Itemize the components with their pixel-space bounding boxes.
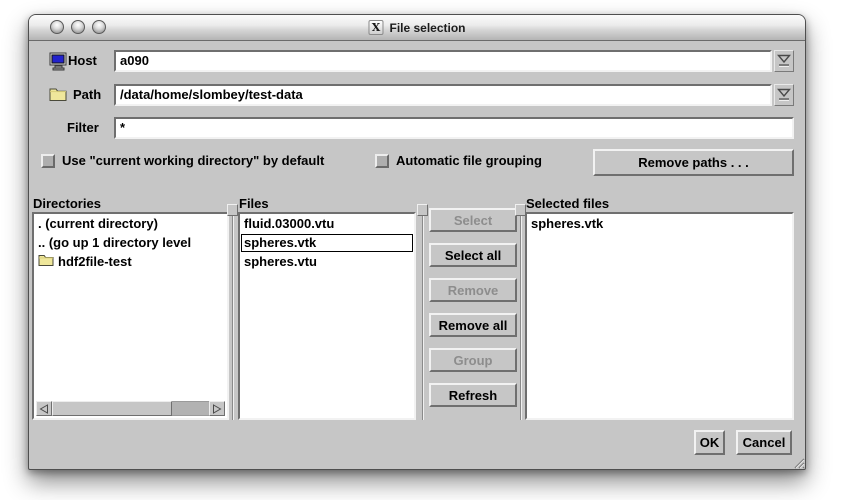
selected-files-list[interactable]: spheres.vtk xyxy=(525,212,794,420)
combo-bar xyxy=(779,98,789,101)
directories-pane-label: Directories xyxy=(33,196,101,211)
remove-paths-button[interactable]: Remove paths . . . xyxy=(593,149,794,176)
selected-files-pane-label: Selected files xyxy=(526,196,609,211)
filter-label: Filter xyxy=(67,117,99,139)
file-entry-label: fluid.03000.vtu xyxy=(244,216,334,232)
cancel-button[interactable]: Cancel xyxy=(736,430,792,455)
window-title-group: X File selection xyxy=(368,15,465,40)
auto-grouping-label: Automatic file grouping xyxy=(396,152,542,170)
splitter-groove xyxy=(232,206,234,420)
list-item[interactable]: .. (go up 1 directory level xyxy=(35,234,226,252)
host-dropdown-button[interactable] xyxy=(774,50,794,72)
host-input[interactable]: a090 xyxy=(114,50,772,72)
title-bar[interactable]: X File selection xyxy=(29,15,805,41)
use-cwd-label: Use "current working directory" by defau… xyxy=(62,152,324,170)
ok-button[interactable]: OK xyxy=(694,430,725,455)
splitter-groove xyxy=(520,206,522,420)
chevron-down-icon xyxy=(777,88,791,97)
directory-entry-label: . (current directory) xyxy=(38,216,158,232)
list-item[interactable]: spheres.vtu xyxy=(241,253,413,271)
arrow-right-icon xyxy=(212,404,222,414)
select-all-button[interactable]: Select all xyxy=(429,243,517,267)
close-button[interactable] xyxy=(50,20,64,34)
scroll-right-button[interactable] xyxy=(209,401,225,416)
remove-all-button[interactable]: Remove all xyxy=(429,313,517,337)
scroll-left-button[interactable] xyxy=(36,401,52,416)
host-label: Host xyxy=(68,50,97,72)
scrollbar-track[interactable] xyxy=(172,401,209,416)
use-cwd-checkbox[interactable] xyxy=(41,154,55,168)
splitter-groove xyxy=(422,206,424,420)
list-item[interactable]: . (current directory) xyxy=(35,215,226,233)
zoom-button[interactable] xyxy=(92,20,106,34)
chevron-down-icon xyxy=(777,54,791,63)
list-item[interactable]: spheres.vtk xyxy=(528,215,791,233)
computer-icon xyxy=(49,52,68,76)
list-item[interactable]: hdf2file-test xyxy=(35,253,226,271)
filter-input[interactable]: * xyxy=(114,117,794,139)
select-button[interactable]: Select xyxy=(429,208,517,232)
x11-app-icon: X xyxy=(368,20,383,35)
file-entry-label: spheres.vtk xyxy=(244,235,316,251)
folder-icon xyxy=(38,254,54,270)
auto-grouping-checkbox[interactable] xyxy=(375,154,389,168)
selected-file-entry-label: spheres.vtk xyxy=(531,216,603,232)
splitter-handle[interactable] xyxy=(227,204,238,216)
minimize-button[interactable] xyxy=(71,20,85,34)
combo-bar xyxy=(779,64,789,67)
path-label: Path xyxy=(73,84,101,106)
path-input[interactable]: /data/home/slombey/test-data xyxy=(114,84,772,106)
list-item-selected[interactable]: spheres.vtk xyxy=(241,234,413,252)
arrow-left-icon xyxy=(39,404,49,414)
window-title: File selection xyxy=(389,21,465,35)
folder-icon xyxy=(49,87,67,106)
file-entry-label: spheres.vtu xyxy=(244,254,317,270)
directory-entry-label: hdf2file-test xyxy=(58,254,132,270)
remove-button[interactable]: Remove xyxy=(429,278,517,302)
resize-grip[interactable] xyxy=(791,455,805,474)
path-dropdown-button[interactable] xyxy=(774,84,794,106)
files-list[interactable]: fluid.03000.vtu spheres.vtk spheres.vtu xyxy=(238,212,416,420)
scrollbar-thumb[interactable] xyxy=(52,401,172,416)
directory-entry-label: .. (go up 1 directory level xyxy=(38,235,191,251)
group-button[interactable]: Group xyxy=(429,348,517,372)
directories-list[interactable]: . (current directory) .. (go up 1 direct… xyxy=(32,212,229,420)
list-item[interactable]: fluid.03000.vtu xyxy=(241,215,413,233)
refresh-button[interactable]: Refresh xyxy=(429,383,517,407)
splitter-handle[interactable] xyxy=(417,204,428,216)
horizontal-scrollbar[interactable] xyxy=(36,401,225,416)
files-pane-label: Files xyxy=(239,196,269,211)
file-selection-dialog: X File selection Host a090 Path /data/ho… xyxy=(28,14,806,470)
